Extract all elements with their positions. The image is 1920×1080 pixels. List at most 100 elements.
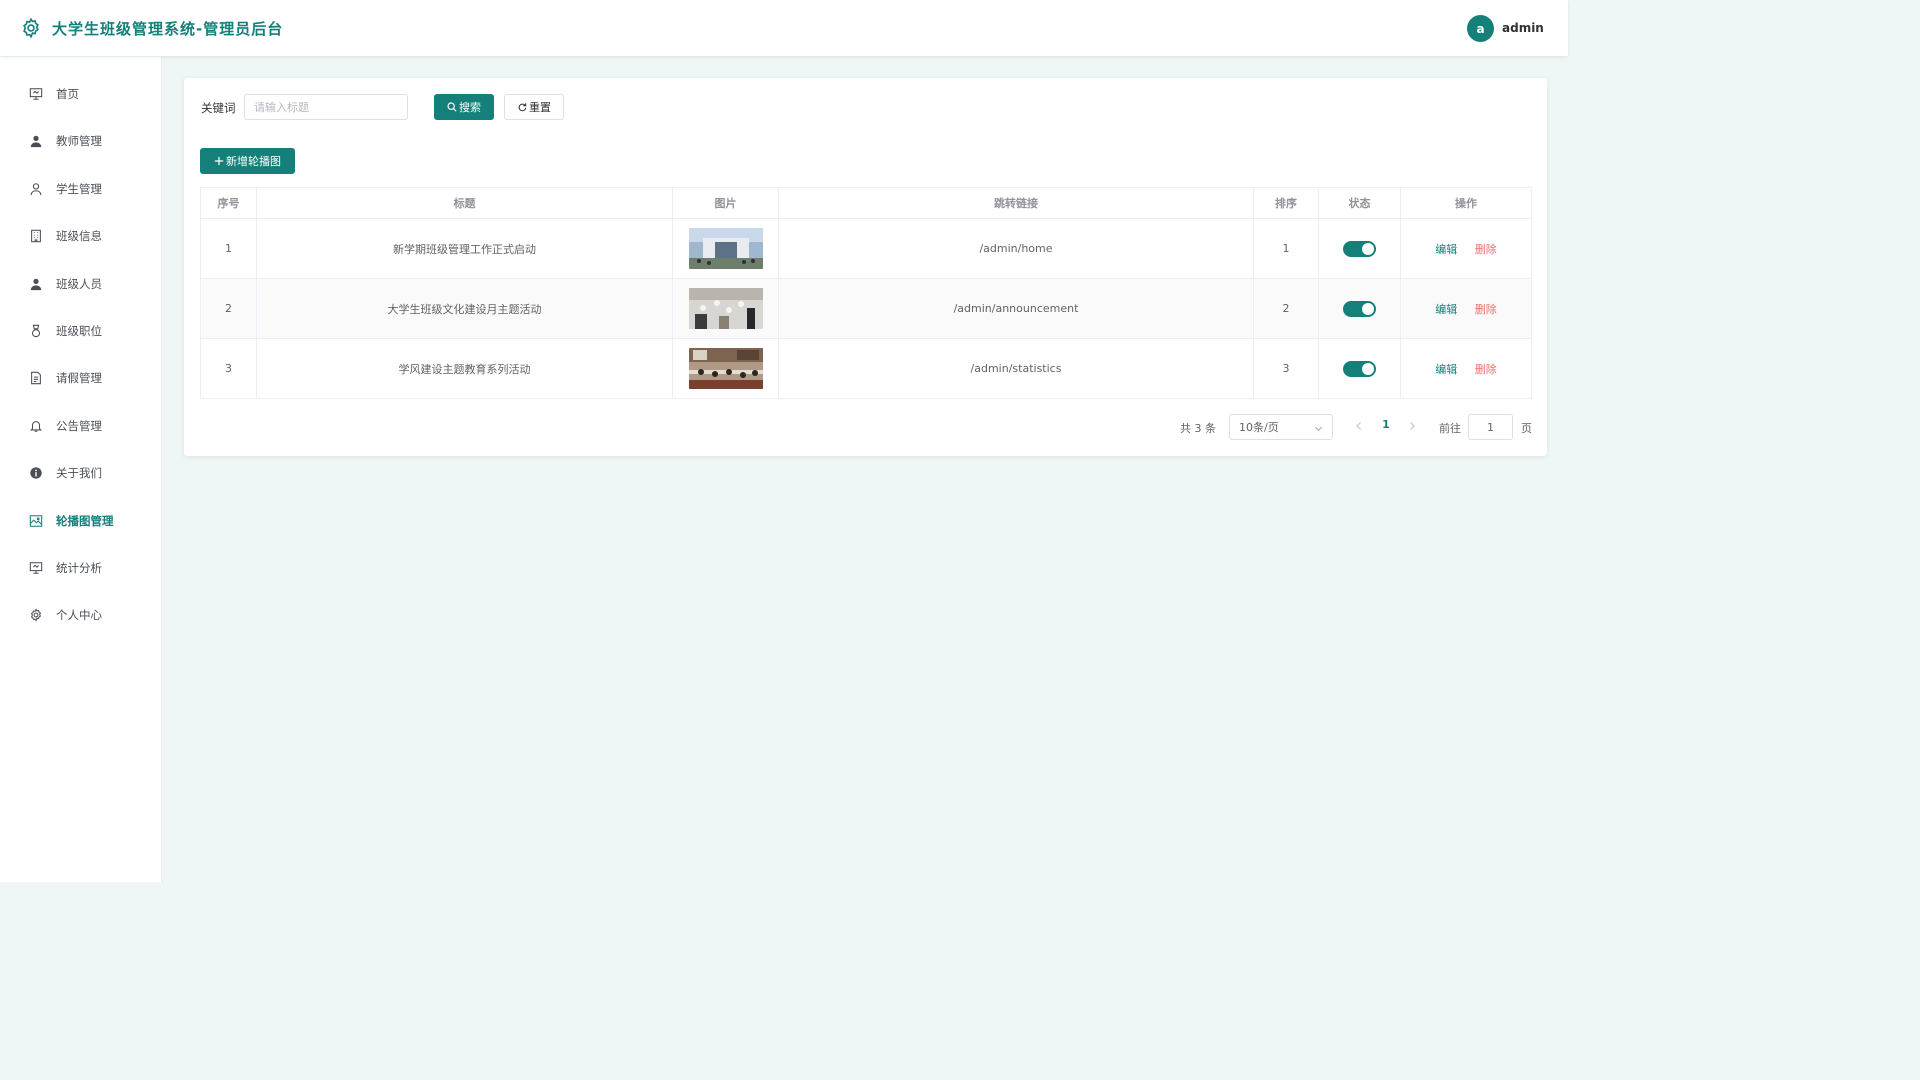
sidebar-item-home[interactable]: 首页	[0, 74, 162, 114]
medal-icon	[31, 324, 41, 338]
edit-link[interactable]: 编辑	[1435, 303, 1457, 316]
reset-button-label: 重置	[529, 101, 551, 114]
sidebar-item-statistics[interactable]: 统计分析	[0, 548, 162, 588]
cell-actions: 编辑 删除	[1400, 278, 1532, 339]
sidebar-item-label: 统计分析	[56, 561, 102, 575]
sidebar-item-class-info[interactable]: 班级信息	[0, 216, 162, 256]
keyword-input[interactable]	[244, 94, 408, 120]
gear-icon	[30, 608, 42, 622]
building-icon	[31, 229, 41, 243]
sidebar-item-leave[interactable]: 请假管理	[0, 358, 162, 398]
pagination-total: 共 3 条	[1180, 422, 1216, 435]
keyword-label: 关键词	[201, 101, 236, 115]
delete-link[interactable]: 删除	[1475, 363, 1497, 376]
page-size-value: 10条/页	[1239, 421, 1279, 434]
picture-icon	[29, 515, 43, 527]
sidebar-item-profile[interactable]: 个人中心	[0, 595, 162, 635]
reset-button[interactable]: 重置	[504, 94, 564, 120]
column-header-link: 跳转链接	[778, 187, 1254, 219]
cell-image	[672, 338, 779, 399]
cell-sort: 2	[1253, 278, 1319, 339]
sidebar-item-label: 个人中心	[56, 608, 102, 622]
presentation-icon	[29, 562, 43, 574]
carousel-table: 序号 标题 图片 跳转链接 排序 状态 操作 1 新学期班级管理工作正式启动 /…	[200, 187, 1532, 399]
table-row: 1 新学期班级管理工作正式启动 /admin/home 1 编辑 删除	[200, 218, 1532, 279]
table-row: 2 大学生班级文化建设月主题活动 /admin/announcement 2 编…	[200, 278, 1532, 339]
sidebar: 首页 教师管理 学生管理 班级信息 班级人员 班级职位 请假管理 公告管理 关于…	[0, 57, 162, 882]
status-toggle[interactable]	[1343, 240, 1376, 257]
presentation-icon	[29, 88, 43, 100]
delete-link[interactable]: 删除	[1475, 303, 1497, 316]
table-row: 3 学风建设主题教育系列活动 /admin/statistics 3 编辑 删除	[200, 338, 1532, 399]
main-card: 关键词 搜索 重置 新增轮播图 序号 标题 图片 跳转链接 排序 状态 操作	[184, 78, 1547, 456]
status-toggle[interactable]	[1343, 360, 1376, 377]
search-button[interactable]: 搜索	[434, 94, 494, 120]
carousel-thumbnail[interactable]	[688, 228, 763, 269]
sidebar-item-class-positions[interactable]: 班级职位	[0, 311, 162, 351]
cell-title: 新学期班级管理工作正式启动	[256, 218, 673, 279]
bell-icon	[29, 421, 43, 432]
sidebar-item-announcements[interactable]: 公告管理	[0, 406, 162, 446]
info-icon	[30, 467, 42, 479]
sidebar-item-label: 教师管理	[56, 134, 102, 148]
column-header-image: 图片	[672, 187, 779, 219]
column-header-index: 序号	[200, 187, 257, 219]
add-carousel-button[interactable]: 新增轮播图	[200, 148, 295, 174]
sidebar-item-carousel[interactable]: 轮播图管理	[0, 501, 162, 541]
sidebar-item-label: 班级信息	[56, 229, 102, 243]
cell-image	[672, 218, 779, 279]
sidebar-item-students[interactable]: 学生管理	[0, 169, 162, 209]
sidebar-item-label: 请假管理	[56, 371, 102, 385]
cell-status	[1318, 278, 1401, 339]
cell-link: /admin/home	[778, 218, 1254, 279]
sidebar-item-about[interactable]: 关于我们	[0, 453, 162, 493]
column-header-title: 标题	[256, 187, 673, 219]
user-icon	[30, 135, 42, 148]
cell-index: 1	[200, 218, 257, 279]
chevron-down-icon	[1314, 426, 1323, 432]
cell-sort: 3	[1253, 338, 1319, 399]
pagination-page-1[interactable]: 1	[1381, 418, 1391, 431]
goto-label: 前往	[1439, 422, 1461, 435]
sidebar-item-class-members[interactable]: 班级人员	[0, 264, 162, 304]
edit-link[interactable]: 编辑	[1435, 243, 1457, 256]
chevron-left-icon[interactable]	[1353, 420, 1365, 432]
cell-status	[1318, 218, 1401, 279]
gear-icon	[23, 17, 39, 39]
delete-link[interactable]: 删除	[1475, 243, 1497, 256]
column-header-actions: 操作	[1400, 187, 1532, 219]
search-icon	[447, 102, 457, 112]
carousel-thumbnail[interactable]	[688, 288, 763, 329]
chevron-right-icon[interactable]	[1406, 420, 1418, 432]
page-size-select[interactable]: 10条/页	[1229, 414, 1333, 440]
sidebar-item-label: 首页	[56, 87, 79, 101]
sidebar-item-label: 班级职位	[56, 324, 102, 338]
column-header-sort: 排序	[1253, 187, 1319, 219]
sidebar-item-label: 公告管理	[56, 419, 102, 433]
avatar[interactable]: a	[1467, 15, 1494, 42]
refresh-icon	[518, 103, 527, 112]
edit-link[interactable]: 编辑	[1435, 363, 1457, 376]
status-toggle[interactable]	[1343, 300, 1376, 317]
top-header: 大学生班级管理系统-管理员后台 a admin	[0, 0, 1568, 56]
cell-index: 2	[200, 278, 257, 339]
document-icon	[31, 371, 41, 385]
sidebar-item-teachers[interactable]: 教师管理	[0, 121, 162, 161]
carousel-thumbnail[interactable]	[688, 348, 763, 389]
cell-title: 学风建设主题教育系列活动	[256, 338, 673, 399]
sidebar-item-label: 关于我们	[56, 466, 102, 480]
cell-link: /admin/statistics	[778, 338, 1254, 399]
goto-unit: 页	[1521, 422, 1532, 435]
goto-page-input[interactable]	[1468, 414, 1513, 440]
search-button-label: 搜索	[459, 101, 481, 114]
sidebar-item-label: 轮播图管理	[56, 514, 114, 528]
cell-link: /admin/announcement	[778, 278, 1254, 339]
cell-sort: 1	[1253, 218, 1319, 279]
table-header-row: 序号 标题 图片 跳转链接 排序 状态 操作	[200, 187, 1532, 219]
user-icon	[30, 278, 42, 291]
add-carousel-label: 新增轮播图	[226, 155, 281, 168]
cell-image	[672, 278, 779, 339]
user-outline-icon	[30, 183, 42, 196]
cell-index: 3	[200, 338, 257, 399]
username[interactable]: admin	[1502, 21, 1544, 35]
